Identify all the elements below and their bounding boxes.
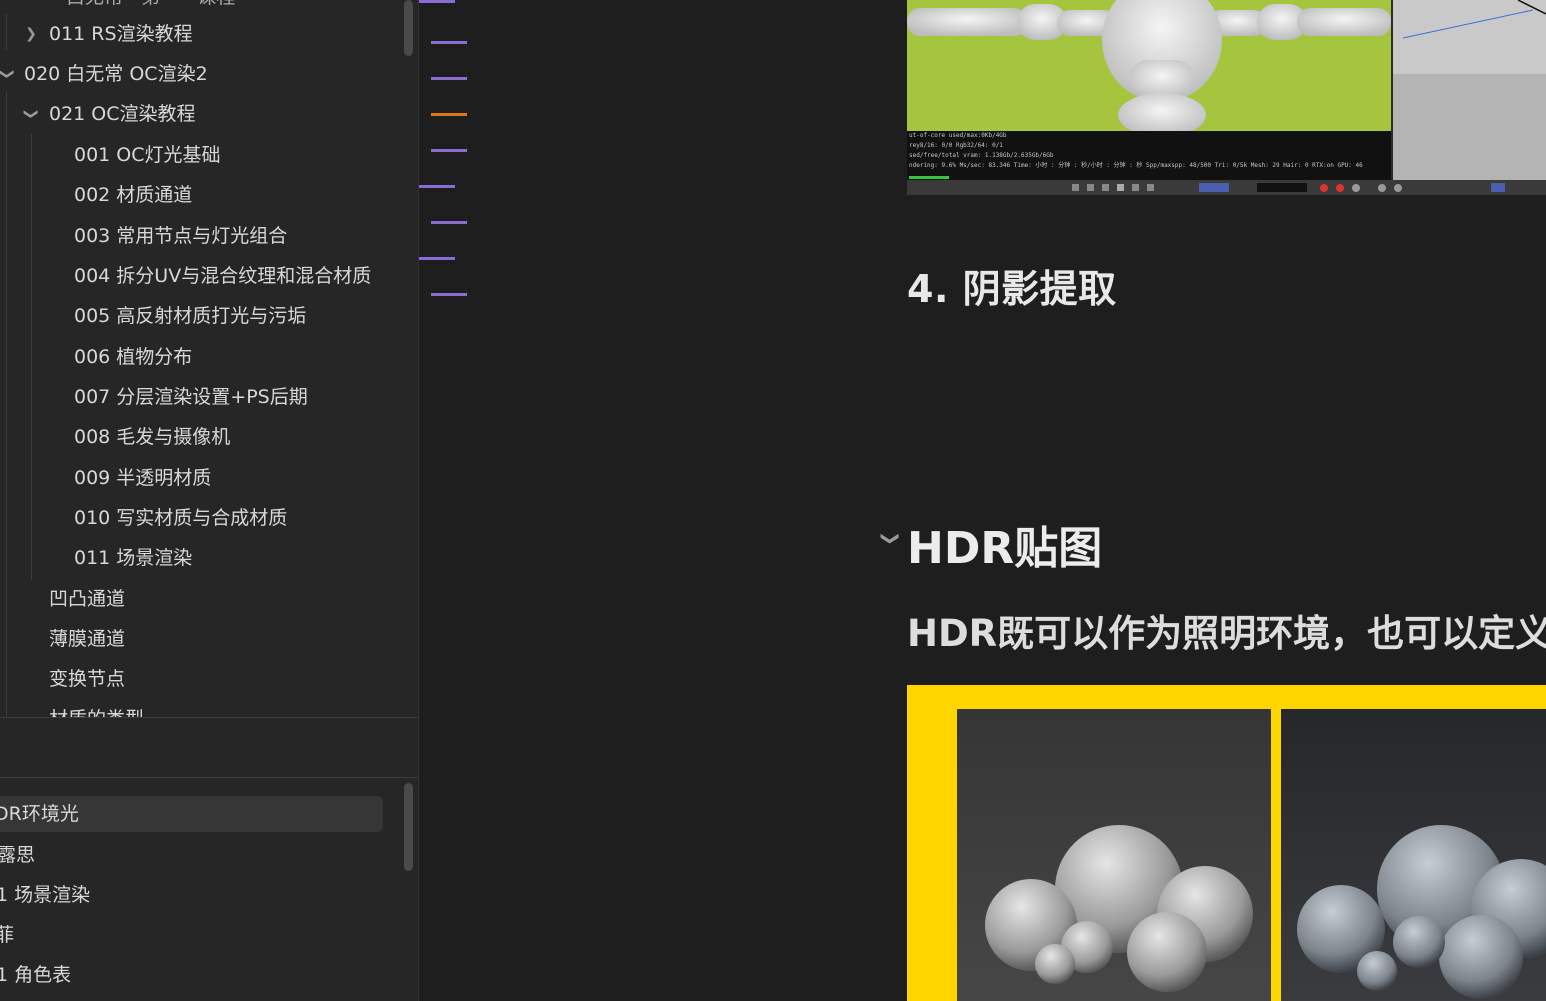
mannequin-figure bbox=[907, 0, 1391, 131]
tree-folder-oc-tutorial[interactable]: ❯ 021 OC渲染教程 bbox=[23, 97, 196, 131]
tree-guide bbox=[6, 14, 7, 50]
hdr-panel-right bbox=[1281, 709, 1546, 1001]
bookmark-item[interactable]: 露思 bbox=[0, 837, 35, 873]
stats-line: ndering: 9.6% Ms/sec: 83.346 Time: 小时 : … bbox=[909, 162, 1363, 169]
tree-item-label: 011 RS渲染教程 bbox=[49, 23, 193, 45]
tree-file[interactable]: 008 毛发与摄像机 bbox=[74, 420, 230, 454]
bookmark-item[interactable]: 1 场景渲染 bbox=[0, 877, 90, 913]
spheres-left bbox=[957, 709, 1271, 1001]
render-screenshot-image: ut-of-core used/max:0Kb/4Gb rey8/16: 0/0… bbox=[907, 0, 1546, 195]
chevron-down-icon[interactable]: ❯ bbox=[880, 531, 901, 546]
bookmarks-scrollbar[interactable] bbox=[404, 783, 413, 871]
hdr-paragraph: HDR既可以作为照明环境，也可以定义 bbox=[907, 612, 1546, 655]
tree-folder-oc2[interactable]: ❯ 020 白无常 OC渲染2 bbox=[0, 57, 208, 91]
tree-guide bbox=[31, 134, 32, 580]
tree-file[interactable]: 004 拆分UV与混合纹理和混合材质 bbox=[74, 259, 371, 293]
tree-item-label: 020 白无常 OC渲染2 bbox=[24, 63, 208, 85]
tree-file[interactable]: 005 高反射材质打光与污垢 bbox=[74, 299, 306, 333]
chevron-down-icon[interactable]: ❯ bbox=[0, 67, 24, 81]
tree-file[interactable]: 薄膜通道 bbox=[49, 622, 125, 656]
stats-line: sed/free/total vram: 1.138Gb/2.635Gb/6Gb bbox=[909, 152, 1054, 159]
bookmark-item[interactable]: DR环境光 bbox=[0, 796, 79, 832]
panel-divider bbox=[0, 777, 418, 778]
chevron-down-icon[interactable]: ❯ bbox=[14, 107, 48, 121]
chevron-right-icon[interactable]: ❯ bbox=[24, 17, 38, 51]
bookmark-item[interactable]: 菲 bbox=[0, 917, 14, 953]
render-toolbar bbox=[907, 180, 1546, 195]
tree-file[interactable]: 003 常用节点与灯光组合 bbox=[74, 219, 287, 253]
file-tree: 白无常 · 第一 · 课程 ❯ 011 RS渲染教程 ❯ 020 白无常 OC渲… bbox=[0, 0, 402, 718]
render-stats-panel: ut-of-core used/max:0Kb/4Gb rey8/16: 0/0… bbox=[907, 131, 1391, 180]
tree-file[interactable]: 011 场景渲染 bbox=[74, 541, 192, 575]
tree-item-label: 021 OC渲染教程 bbox=[49, 103, 196, 125]
tree-file[interactable]: 002 材质通道 bbox=[74, 178, 192, 212]
section-heading-hdr: HDR贴图 bbox=[907, 523, 1103, 574]
spheres-right bbox=[1281, 709, 1546, 1001]
tree-folder-rs[interactable]: ❯ 011 RS渲染教程 bbox=[24, 17, 193, 51]
tree-file[interactable]: 凹凸通道 bbox=[49, 582, 125, 616]
note-content: ut-of-core used/max:0Kb/4Gb rey8/16: 0/0… bbox=[419, 0, 1546, 1001]
section-heading-shadow-extraction: 4. 阴影提取 bbox=[907, 267, 1117, 311]
tree-file[interactable]: 001 OC灯光基础 bbox=[74, 138, 221, 172]
stats-line: ut-of-core used/max:0Kb/4Gb bbox=[909, 132, 1007, 139]
file-explorer-sidebar: 白无常 · 第一 · 课程 ❯ 011 RS渲染教程 ❯ 020 白无常 OC渲… bbox=[0, 0, 419, 1001]
render-progress-bar bbox=[909, 176, 949, 179]
tree-file[interactable]: 009 半透明材质 bbox=[74, 461, 211, 495]
floor-plane bbox=[1393, 74, 1546, 180]
tree-file[interactable]: 010 写实材质与合成材质 bbox=[74, 501, 287, 535]
tree-file[interactable]: 007 分层渲染设置+PS后期 bbox=[74, 380, 308, 414]
tree-file[interactable]: 材质的类型 bbox=[49, 702, 144, 718]
axis-lines bbox=[1402, 0, 1546, 39]
tree-item-partial[interactable]: 白无常 · 第一 · 课程 bbox=[66, 0, 235, 14]
panel-divider bbox=[0, 717, 418, 718]
hdr-comparison-image bbox=[907, 685, 1546, 1001]
hdr-panel-left bbox=[957, 709, 1271, 1001]
render-side-view bbox=[1393, 0, 1546, 180]
tree-guide bbox=[6, 92, 7, 718]
tree-file[interactable]: 006 植物分布 bbox=[74, 340, 192, 374]
render-viewport bbox=[907, 0, 1391, 131]
stats-line: rey8/16: 0/0 Rgb32/64: 0/1 bbox=[909, 142, 1003, 149]
bookmark-item[interactable]: 1 角色表 bbox=[0, 957, 71, 993]
tree-scrollbar[interactable] bbox=[404, 0, 413, 56]
toolbar-icons bbox=[1072, 183, 1505, 192]
tree-file[interactable]: 变换节点 bbox=[49, 662, 125, 696]
